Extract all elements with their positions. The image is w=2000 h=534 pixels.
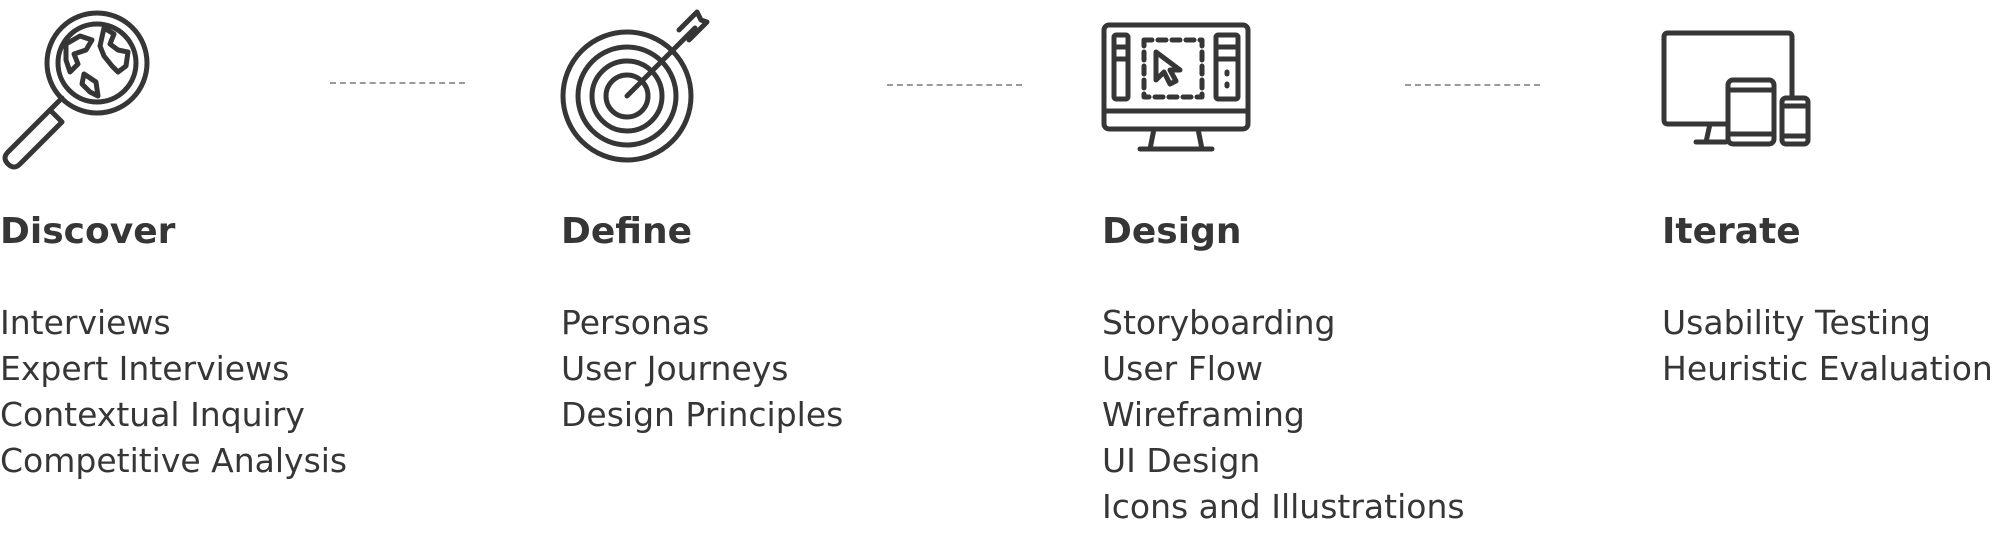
list-item: Personas [561,303,710,342]
target-arrow-icon [560,0,721,170]
responsive-devices-icon [1661,0,1822,160]
dashed-connector [1405,84,1540,86]
list-item: Expert Interviews [0,349,290,388]
list-item: UI Design [1102,441,1261,480]
dashed-connector [887,84,1022,86]
stage-title: Define [561,211,693,252]
stage-items: Usability Testing Heuristic Evaluation [1662,300,1993,392]
list-item: Wireframing [1102,395,1305,434]
list-item: Competitive Analysis [0,441,348,480]
stage-items: Storyboarding User Flow Wireframing UI D… [1102,300,1465,530]
list-item: Icons and Illustrations [1102,487,1465,526]
stage-items: Interviews Expert Interviews Contextual … [0,300,347,484]
list-item: Heuristic Evaluation [1662,349,1993,388]
list-item: User Journeys [561,349,789,388]
monitor-wireframe-icon [1101,0,1262,160]
globe-magnifier-icon [0,0,150,170]
stage-title: Iterate [1662,211,1801,252]
list-item: Contextual Inquiry [0,395,305,434]
list-item: Usability Testing [1662,303,1931,342]
stage-title: Discover [0,211,176,252]
stage-title: Design [1102,211,1242,252]
list-item: Storyboarding [1102,303,1336,342]
stage-items: Personas User Journeys Design Principles [561,300,843,438]
list-item: User Flow [1102,349,1264,388]
dashed-connector [330,82,465,84]
list-item: Interviews [0,303,171,342]
list-item: Design Principles [561,395,844,434]
